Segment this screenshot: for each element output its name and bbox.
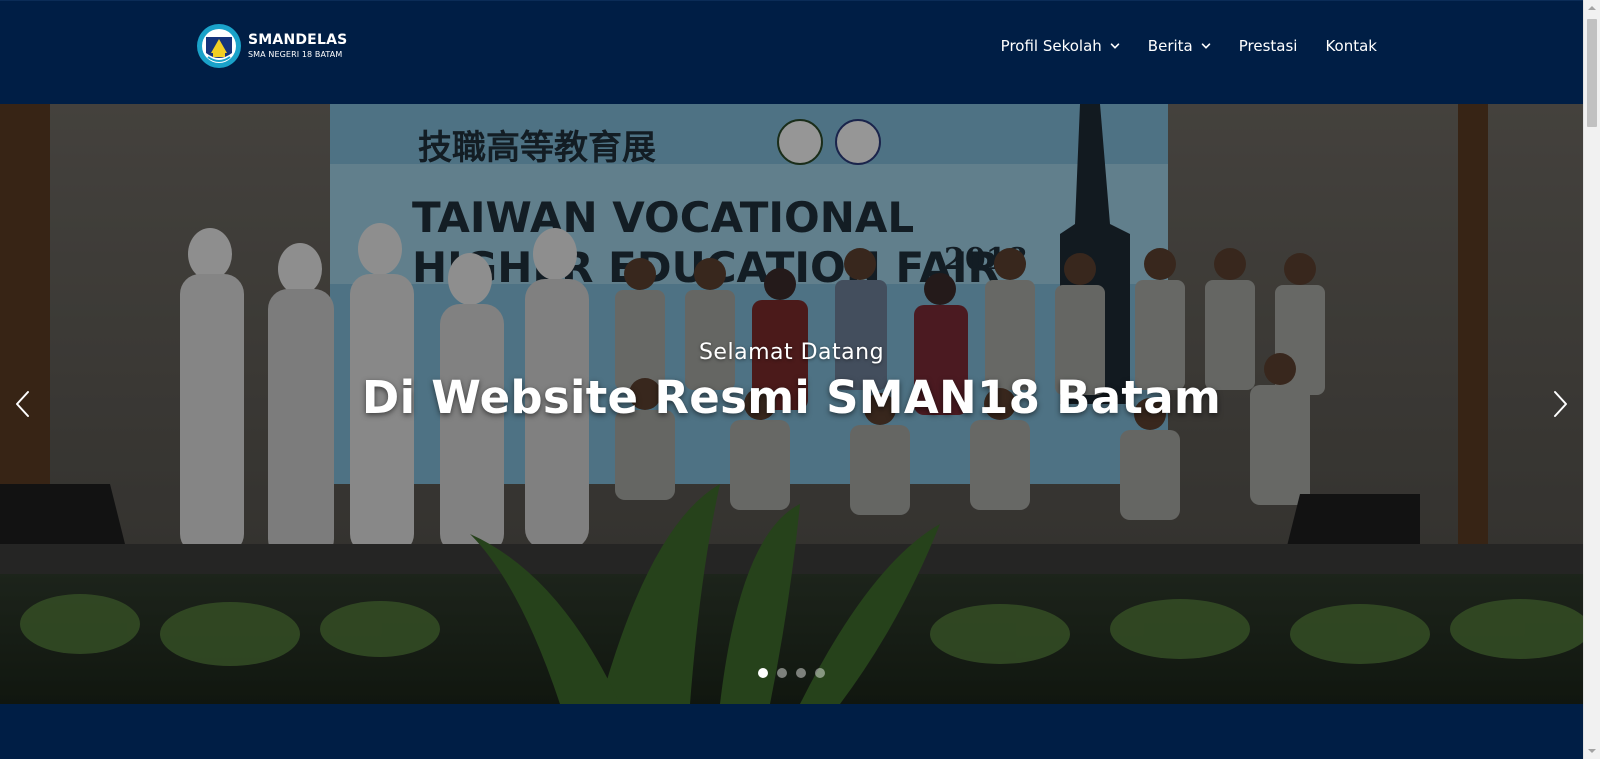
- chevron-left-icon[interactable]: [8, 384, 38, 424]
- carousel-indicators: [0, 668, 1583, 678]
- next-section: [0, 704, 1583, 759]
- chevron-down-icon: [1110, 43, 1120, 49]
- hero-subtitle: Selamat Datang: [698, 340, 885, 365]
- nav-item-prestasi[interactable]: Prestasi: [1225, 35, 1312, 57]
- brand-subtitle: SMA NEGERI 18 BATAM: [248, 50, 343, 59]
- site-logo[interactable]: SMANDELAS SMA NEGERI 18 BATAM: [196, 23, 347, 69]
- carousel-dot-4[interactable]: [815, 668, 825, 678]
- page: SMANDELAS SMA NEGERI 18 BATAM Profil Sek…: [0, 0, 1583, 759]
- hero-caption: Selamat Datang Di Website Resmi SMAN18 B…: [0, 340, 1583, 424]
- nav-item-berita[interactable]: Berita: [1134, 35, 1225, 57]
- chevron-down-icon: [1201, 43, 1211, 49]
- school-emblem-icon: [197, 24, 241, 68]
- chevron-right-icon[interactable]: [1545, 384, 1575, 424]
- nav-item-profil-sekolah[interactable]: Profil Sekolah: [987, 35, 1134, 57]
- logo-text: SMANDELAS SMA NEGERI 18 BATAM: [248, 33, 347, 59]
- hero-carousel: 技職高等教育展 TAIWAN VOCATIONAL HIGHER EDUCATI…: [0, 104, 1583, 704]
- nav-item-label: Prestasi: [1238, 37, 1298, 55]
- page-scrollbar[interactable]: [1583, 0, 1600, 759]
- main-nav: Profil Sekolah Berita Prestasi Kontak: [987, 35, 1377, 57]
- brand-name: SMANDELAS: [248, 32, 348, 48]
- nav-item-label: Berita: [1147, 37, 1193, 55]
- nav-item-kontak[interactable]: Kontak: [1311, 35, 1377, 57]
- carousel-dot-1[interactable]: [758, 668, 768, 678]
- scrollbar-thumb[interactable]: [1587, 19, 1597, 127]
- scroll-up-arrow-icon[interactable]: [1584, 0, 1600, 17]
- site-header: SMANDELAS SMA NEGERI 18 BATAM Profil Sek…: [0, 0, 1583, 104]
- carousel-dot-3[interactable]: [796, 668, 806, 678]
- nav-item-label: Profil Sekolah: [1000, 37, 1102, 55]
- carousel-dot-2[interactable]: [777, 668, 787, 678]
- hero-title: Di Website Resmi SMAN18 Batam: [361, 371, 1222, 424]
- scroll-down-arrow-icon[interactable]: [1584, 742, 1600, 759]
- nav-item-label: Kontak: [1325, 37, 1377, 55]
